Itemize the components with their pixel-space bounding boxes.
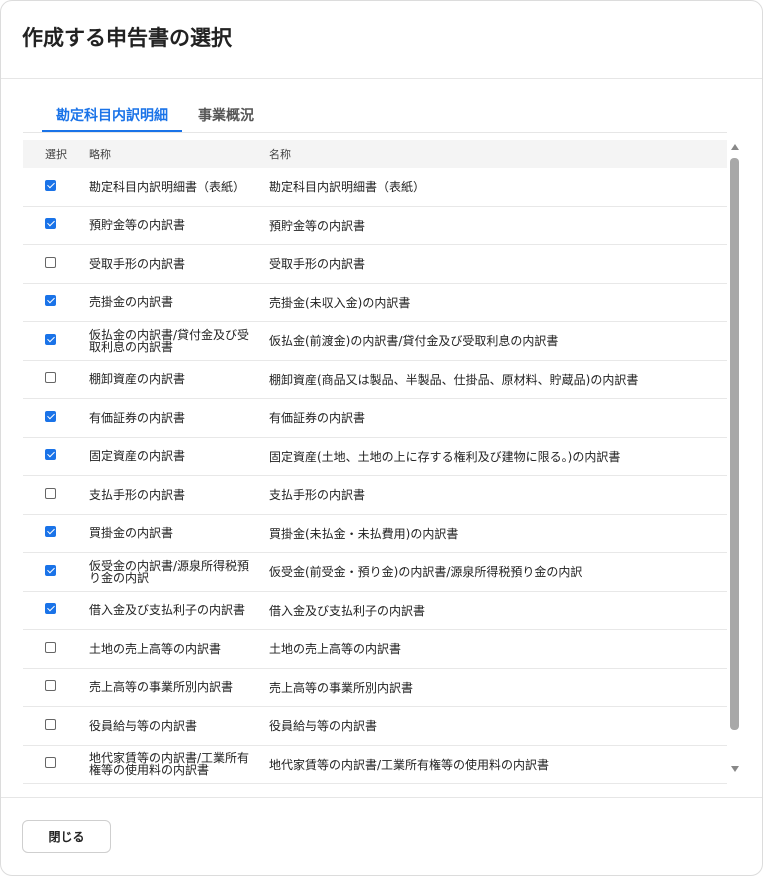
name-cell: 地代家賃等の内訳書/工業所有権等の使用料の内訳書 [269,757,550,772]
select-cell [23,333,81,348]
select-cell [23,372,81,386]
select-cell [23,564,81,579]
select-cell [23,410,81,425]
select-cell [23,218,81,232]
row-checkbox[interactable] [45,564,56,576]
row-checkbox[interactable] [45,218,56,230]
name-cell: 仮受金(前受金・預り金)の内訳書/源泉所得税預り金の内訳 [269,565,583,580]
scroll-up-arrow-icon[interactable] [731,144,739,150]
table-row[interactable]: 預貯金等の内訳書 預貯金等の内訳書 [23,207,727,245]
row-checkbox[interactable] [45,680,56,692]
abbr-cell: 仮払金の内訳書/貸付金及び受取利息の内訳書 [89,327,250,354]
dialog-title: 作成する申告書の選択 [22,26,232,50]
name-cell: 買掛金(未払金・未払費用)の内訳書 [269,526,459,541]
name-cell: 仮払金(前渡金)の内訳書/貸付金及び受取利息の内訳書 [269,334,559,349]
name-cell: 棚卸資産(商品又は製品、半製品、仕掛品、原材料、貯蔵品)の内訳書 [269,372,639,387]
abbr-cell: 借入金及び支払利子の内訳書 [89,603,246,618]
abbr-cell: 受取手形の内訳書 [89,256,186,271]
row-checkbox[interactable] [45,179,56,191]
select-cell [23,718,81,733]
name-cell: 固定資産(土地、土地の上に存する権利及び建物に限る。)の内訳書 [269,449,621,464]
select-cell [23,641,81,656]
header-name: 名称 [269,148,291,161]
table-row[interactable]: 支払手形の内訳書 支払手形の内訳書 [23,476,727,515]
footer-divider [1,797,762,798]
row-checkbox[interactable] [45,526,56,538]
table-row[interactable]: 土地の売上高等の内訳書 土地の売上高等の内訳書 [23,630,727,669]
tab-account-details[interactable]: 勘定科目内訳明細 [42,102,182,132]
table-row[interactable]: 勘定科目内訳明細書（表紙） 勘定科目内訳明細書（表紙） [23,168,727,207]
row-checkbox[interactable] [45,372,56,384]
table-body: 勘定科目内訳明細書（表紙） 勘定科目内訳明細書（表紙） 預貯金等の内訳書 預貯金等の内… [23,168,727,784]
row-checkbox[interactable] [45,449,56,461]
name-cell: 売上高等の事業所別内訳書 [269,680,414,695]
abbr-cell: 売上高等の事業所別内訳書 [89,680,234,695]
scroll-down-arrow-icon[interactable] [731,766,739,772]
name-cell: 有価証券の内訳書 [269,411,366,426]
table-row[interactable]: 役員給与等の内訳書 役員給与等の内訳書 [23,707,727,746]
name-cell: 売掛金(未収入金)の内訳書 [269,295,411,310]
table-row[interactable]: 受取手形の内訳書 受取手形の内訳書 [23,245,727,284]
row-checkbox[interactable] [45,641,56,653]
abbr-cell: 役員給与等の内訳書 [89,718,198,733]
abbr-cell: 固定資産の内訳書 [89,449,186,464]
close-button[interactable]: 閉じる [22,820,111,853]
abbr-cell: 支払手形の内訳書 [89,487,186,502]
header-select: 選択 [45,148,67,161]
tab-divider [23,132,727,133]
select-cell [23,179,81,194]
scrollbar-thumb[interactable] [730,158,739,730]
abbr-cell: 地代家賃等の内訳書/工業所有権等の使用料の内訳書 [89,751,250,778]
name-cell: 役員給与等の内訳書 [269,719,378,734]
select-declaration-dialog: 作成する申告書の選択 勘定科目内訳明細 事業概況 選択 略称 名称 勘定科目内訳… [0,0,763,876]
tab-business-overview[interactable]: 事業概況 [184,102,268,130]
tab-bar: 勘定科目内訳明細 事業概況 [42,102,268,132]
row-checkbox[interactable] [45,410,56,422]
row-checkbox[interactable] [45,333,56,345]
row-checkbox[interactable] [45,295,56,307]
row-checkbox[interactable] [45,603,56,615]
table-row[interactable]: 借入金及び支払利子の内訳書 借入金及び支払利子の内訳書 [23,592,727,630]
header-abbr: 略称 [89,148,111,161]
select-cell [23,757,81,771]
name-cell: 預貯金等の内訳書 [269,218,366,233]
abbr-cell: 買掛金の内訳書 [89,526,174,541]
table-row[interactable]: 仮受金の内訳書/源泉所得税預り金の内訳 仮受金(前受金・預り金)の内訳書/源泉所得… [23,553,727,592]
table-row[interactable]: 固定資産の内訳書 固定資産(土地、土地の上に存する権利及び建物に限る。)の内訳書 [23,438,727,476]
table-header: 選択 略称 名称 [23,140,727,168]
select-cell [23,449,81,463]
select-cell [23,295,81,309]
declaration-table: 選択 略称 名称 勘定科目内訳明細書（表紙） 勘定科目内訳明細書（表紙） 預貯金等の… [23,140,727,784]
table-row[interactable]: 売掛金の内訳書 売掛金(未収入金)の内訳書 [23,284,727,322]
abbr-cell: 土地の売上高等の内訳書 [89,641,222,656]
abbr-cell: 売掛金の内訳書 [89,295,174,310]
name-cell: 受取手形の内訳書 [269,257,366,272]
select-cell [23,526,81,540]
select-cell [23,680,81,694]
table-row[interactable]: 売上高等の事業所別内訳書 売上高等の事業所別内訳書 [23,669,727,707]
row-checkbox[interactable] [45,718,56,730]
select-cell [23,487,81,502]
table-row[interactable]: 買掛金の内訳書 買掛金(未払金・未払費用)の内訳書 [23,515,727,553]
table-row[interactable]: 仮払金の内訳書/貸付金及び受取利息の内訳書 仮払金(前渡金)の内訳書/貸付金及び受… [23,322,727,361]
abbr-cell: 仮受金の内訳書/源泉所得税預り金の内訳 [89,558,250,585]
select-cell [23,256,81,271]
table-row[interactable]: 棚卸資産の内訳書 棚卸資産(商品又は製品、半製品、仕掛品、原材料、貯蔵品)の内訳書 [23,361,727,399]
name-cell: 借入金及び支払利子の内訳書 [269,603,426,618]
row-checkbox[interactable] [45,757,56,769]
abbr-cell: 有価証券の内訳書 [89,410,186,425]
name-cell: 土地の売上高等の内訳書 [269,642,402,657]
table-row[interactable]: 地代家賃等の内訳書/工業所有権等の使用料の内訳書 地代家賃等の内訳書/工業所有権等… [23,746,727,784]
abbr-cell: 勘定科目内訳明細書（表紙） [89,179,246,194]
select-cell [23,603,81,617]
header-divider [1,78,762,79]
abbr-cell: 棚卸資産の内訳書 [89,372,186,387]
name-cell: 勘定科目内訳明細書（表紙） [269,180,426,195]
name-cell: 支払手形の内訳書 [269,488,366,503]
abbr-cell: 預貯金等の内訳書 [89,218,186,233]
row-checkbox[interactable] [45,256,56,268]
vertical-scrollbar[interactable] [730,144,740,772]
row-checkbox[interactable] [45,487,56,499]
table-row[interactable]: 有価証券の内訳書 有価証券の内訳書 [23,399,727,438]
